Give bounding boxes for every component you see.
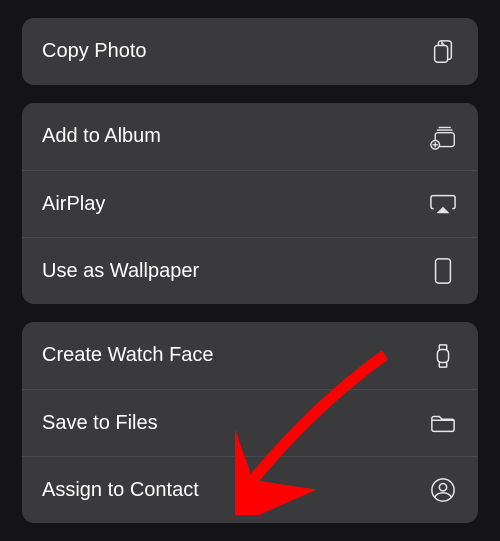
menu-item-label: Use as Wallpaper bbox=[42, 260, 199, 283]
folder-icon bbox=[428, 408, 458, 438]
menu-item-create-watch-face[interactable]: Create Watch Face bbox=[22, 322, 478, 389]
menu-group-2: Add to Album AirPlay Use as Wallpaper bbox=[22, 103, 478, 304]
menu-item-save-to-files[interactable]: Save to Files bbox=[22, 389, 478, 456]
menu-item-add-to-album[interactable]: Add to Album bbox=[22, 103, 478, 170]
menu-item-assign-to-contact[interactable]: Assign to Contact bbox=[22, 456, 478, 523]
menu-item-copy-photo[interactable]: Copy Photo bbox=[22, 18, 478, 85]
menu-item-use-as-wallpaper[interactable]: Use as Wallpaper bbox=[22, 237, 478, 304]
menu-item-label: Save to Files bbox=[42, 412, 158, 435]
album-add-icon bbox=[428, 122, 458, 152]
menu-item-airplay[interactable]: AirPlay bbox=[22, 170, 478, 237]
menu-group-3: Create Watch Face Save to Files Assign t… bbox=[22, 322, 478, 523]
copy-icon bbox=[428, 37, 458, 67]
menu-item-label: Assign to Contact bbox=[42, 479, 199, 502]
phone-icon bbox=[428, 256, 458, 286]
menu-group-1: Copy Photo bbox=[22, 18, 478, 85]
airplay-icon bbox=[428, 189, 458, 219]
menu-item-label: Copy Photo bbox=[42, 40, 147, 63]
menu-item-label: Create Watch Face bbox=[42, 344, 214, 367]
watch-icon bbox=[428, 341, 458, 371]
menu-item-label: Add to Album bbox=[42, 125, 161, 148]
menu-item-label: AirPlay bbox=[42, 193, 105, 216]
contact-icon bbox=[428, 475, 458, 505]
